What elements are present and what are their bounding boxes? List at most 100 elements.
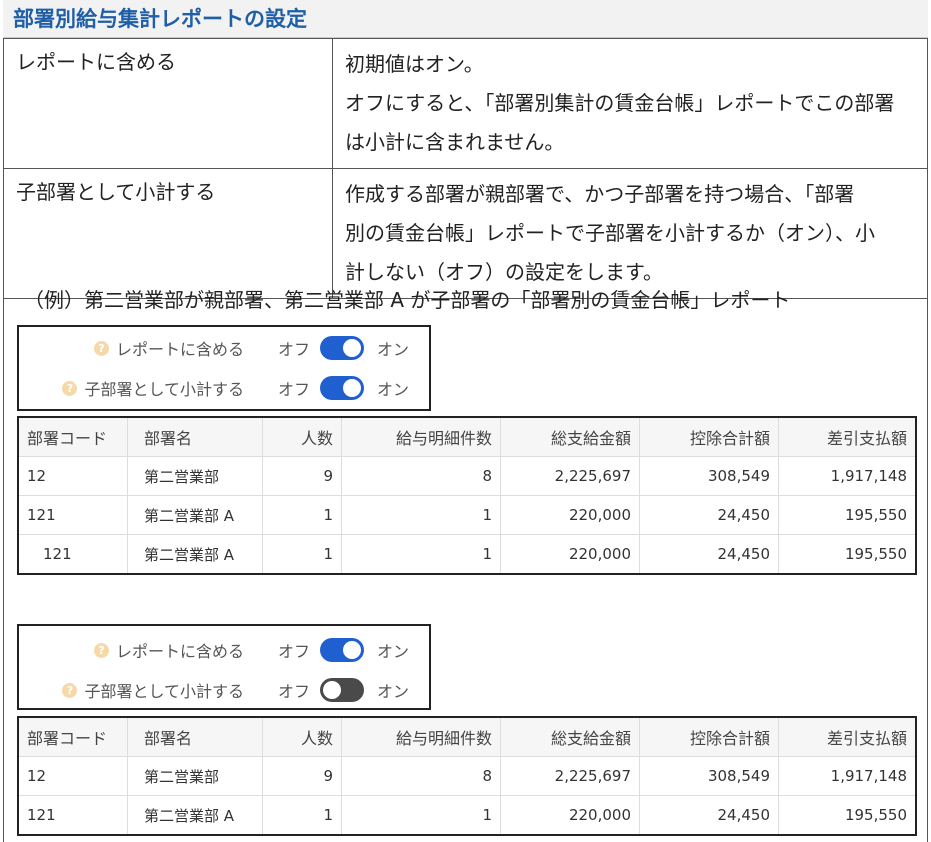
table-row: 12 第二営業部 9 8 2,225,697 308,549 1,917,148 xyxy=(18,456,917,496)
cell-headcount: 1 xyxy=(262,534,342,575)
settings-table: レポートに含める 初期値はオン。 オフにすると、「部署別集計の賃金台帳」レポート… xyxy=(3,38,928,299)
off-label: オフ xyxy=(277,682,310,701)
table-header-row: 部署コード 部署名 人数 給与明細件数 総支給金額 控除合計額 差引支払額 xyxy=(18,417,917,457)
setting-description: 初期値はオン。 オフにすると、「部署別集計の賃金台帳」レポートでこの部署 は小計… xyxy=(332,38,928,169)
column-header: 部署名 xyxy=(127,717,263,757)
off-label: オフ xyxy=(277,380,310,399)
column-header: 控除合計額 xyxy=(639,417,779,457)
cell-net: 195,550 xyxy=(778,795,917,836)
column-header: 差引支払額 xyxy=(778,717,917,757)
on-label: オン xyxy=(376,340,409,359)
help-icon[interactable]: ? xyxy=(93,340,109,356)
table-header-row: 部署コード 部署名 人数 給与明細件数 総支給金額 控除合計額 差引支払額 xyxy=(18,717,917,757)
description-line: は小計に含まれません。 xyxy=(345,130,565,154)
cell-gross: 220,000 xyxy=(500,795,640,836)
toggle-label: レポートに含める xyxy=(115,340,244,359)
cell-net: 195,550 xyxy=(778,495,917,535)
toggle-row-include: ? レポートに含める オフ オン xyxy=(93,330,409,366)
table-row: 121 第二営業部 A 1 1 220,000 24,450 195,550 xyxy=(18,495,917,535)
cell-slips: 8 xyxy=(341,756,501,796)
cell-headcount: 9 xyxy=(262,456,342,496)
description-line: オフにすると、「部署別集計の賃金台帳」レポートでこの部署 xyxy=(345,91,895,115)
switch-knob xyxy=(342,379,361,397)
subtotal-switch[interactable] xyxy=(319,376,364,400)
section-heading: 部署別給与集計レポートの設定 xyxy=(3,0,928,38)
setting-label: レポートに含める xyxy=(3,38,333,169)
cell-code: 121 xyxy=(18,495,128,535)
on-label: オン xyxy=(376,380,409,399)
cell-code: 12 xyxy=(18,756,128,796)
column-header: 給与明細件数 xyxy=(341,717,501,757)
cell-dept: 第二営業部 A xyxy=(127,534,263,575)
help-icon[interactable]: ? xyxy=(62,380,78,396)
toggle-label: 子部署として小計する xyxy=(84,380,244,399)
cell-slips: 8 xyxy=(341,456,501,496)
ledger-table-1: 部署コード 部署名 人数 給与明細件数 総支給金額 控除合計額 差引支払額 12… xyxy=(17,416,917,575)
column-header: 部署名 xyxy=(127,417,263,457)
description-line: 別の賃金台帳」レポートで子部署を小計するか（オン）、小 xyxy=(345,221,875,245)
cell-gross: 220,000 xyxy=(500,495,640,535)
description-line: 作成する部署が親部署で、かつ子部署を持つ場合、「部署 xyxy=(345,182,855,206)
page: 部署別給与集計レポートの設定 レポートに含める 初期値はオン。 オフにすると、「… xyxy=(0,0,931,842)
cell-slips: 1 xyxy=(341,534,501,575)
cell-dept: 第二営業部 A xyxy=(127,795,263,836)
toggle-label: レポートに含める xyxy=(115,642,244,661)
cell-deduction: 308,549 xyxy=(639,756,779,796)
cell-deduction: 24,450 xyxy=(639,795,779,836)
column-header: 総支給金額 xyxy=(500,417,640,457)
include-switch[interactable] xyxy=(319,638,364,662)
toggle-panel-2: ? レポートに含める オフ オン ? 子部署として小計する オフ オン xyxy=(17,624,431,710)
help-icon[interactable]: ? xyxy=(93,642,109,658)
cell-net: 1,917,148 xyxy=(778,456,917,496)
cell-deduction: 24,450 xyxy=(639,534,779,575)
on-label: オン xyxy=(376,682,409,701)
column-header: 部署コード xyxy=(18,417,128,457)
cell-gross: 2,225,697 xyxy=(500,756,640,796)
cell-headcount: 1 xyxy=(262,495,342,535)
table-row: 12 第二営業部 9 8 2,225,697 308,549 1,917,148 xyxy=(18,756,917,796)
toggle-row-subtotal: ? 子部署として小計する オフ オン xyxy=(62,370,409,406)
cell-deduction: 24,450 xyxy=(639,495,779,535)
on-label: オン xyxy=(376,642,409,661)
cell-net: 195,550 xyxy=(778,534,917,575)
cell-slips: 1 xyxy=(341,495,501,535)
off-label: オフ xyxy=(277,340,310,359)
column-header: 総支給金額 xyxy=(500,717,640,757)
example-caption: （例）第二営業部が親部署、第二営業部 A が子部署の「部署別の賃金台帳」レポート xyxy=(24,288,791,312)
column-header: 部署コード xyxy=(18,717,128,757)
cell-dept: 第二営業部 A xyxy=(127,495,263,535)
off-label: オフ xyxy=(277,642,310,661)
cell-gross: 2,225,697 xyxy=(500,456,640,496)
cell-headcount: 9 xyxy=(262,756,342,796)
toggle-panel-1: ? レポートに含める オフ オン ? 子部署として小計する オフ オン xyxy=(17,325,431,411)
cell-code: 121 xyxy=(18,795,128,836)
column-header: 控除合計額 xyxy=(639,717,779,757)
ledger-table-2: 部署コード 部署名 人数 給与明細件数 総支給金額 控除合計額 差引支払額 12… xyxy=(17,716,917,836)
column-header: 差引支払額 xyxy=(778,417,917,457)
column-header: 人数 xyxy=(262,717,342,757)
include-switch[interactable] xyxy=(319,336,364,360)
cell-deduction: 308,549 xyxy=(639,456,779,496)
setting-row-include: レポートに含める 初期値はオン。 オフにすると、「部署別集計の賃金台帳」レポート… xyxy=(3,38,928,169)
cell-slips: 1 xyxy=(341,795,501,836)
column-header: 給与明細件数 xyxy=(341,417,501,457)
cell-dept: 第二営業部 xyxy=(127,756,263,796)
toggle-label: 子部署として小計する xyxy=(84,682,244,701)
table-row: 121 第二営業部 A 1 1 220,000 24,450 195,550 xyxy=(18,534,917,575)
help-icon[interactable]: ? xyxy=(62,682,78,698)
switch-knob xyxy=(342,641,361,659)
switch-knob xyxy=(342,339,361,357)
cell-net: 1,917,148 xyxy=(778,756,917,796)
toggle-row-subtotal: ? 子部署として小計する オフ オン xyxy=(62,672,409,708)
cell-code: 12 xyxy=(18,456,128,496)
table-row: 121 第二営業部 A 1 1 220,000 24,450 195,550 xyxy=(18,795,917,836)
description-line: 初期値はオン。 xyxy=(345,52,484,76)
cell-gross: 220,000 xyxy=(500,534,640,575)
column-header: 人数 xyxy=(262,417,342,457)
cell-dept: 第二営業部 xyxy=(127,456,263,496)
toggle-row-include: ? レポートに含める オフ オン xyxy=(93,632,409,668)
cell-code: 121 xyxy=(18,534,128,575)
switch-knob xyxy=(322,681,341,699)
cell-headcount: 1 xyxy=(262,795,342,836)
subtotal-switch[interactable] xyxy=(319,678,364,702)
